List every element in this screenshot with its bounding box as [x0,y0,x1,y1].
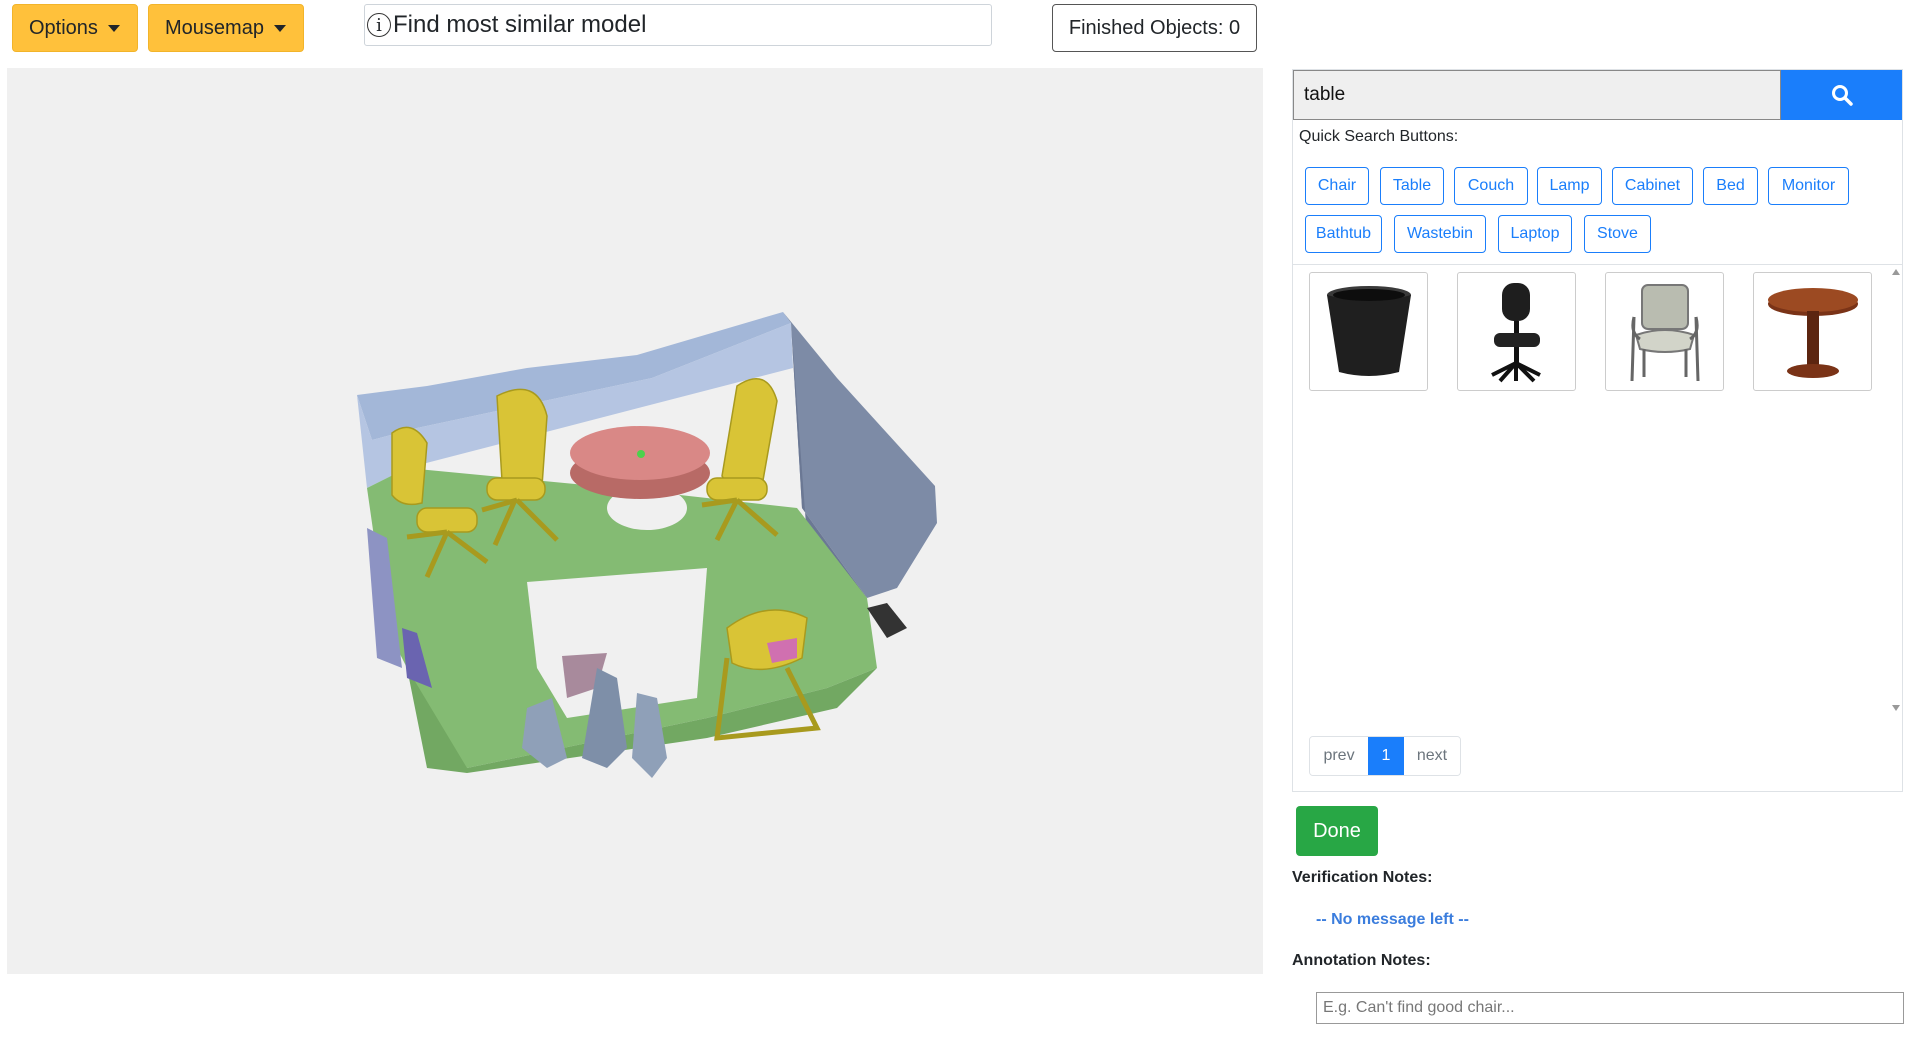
finished-objects-label: Finished Objects: 0 [1068,16,1241,39]
verification-message: -- No message left -- [1316,911,1469,928]
quick-search-label: Quick Search Buttons: [1299,128,1459,145]
annotation-notes-input[interactable] [1316,992,1904,1024]
results-scrollbar[interactable] [1890,265,1902,715]
next-page-button[interactable]: next [1404,737,1460,775]
wastebin-model-icon [1326,285,1411,376]
quick-search-bed[interactable]: Bed [1703,167,1758,205]
options-dropdown[interactable]: Options [12,4,138,52]
quick-search-lamp[interactable]: Lamp [1537,167,1602,205]
verification-notes-label: Verification Notes: [1292,869,1433,886]
result-card-office-chair[interactable] [1457,272,1576,391]
quick-search-bathtub[interactable]: Bathtub [1305,215,1382,253]
results-grid [1293,265,1902,715]
office-chair-model-icon [1490,282,1541,382]
quick-search-cabinet[interactable]: Cabinet [1612,167,1693,205]
page-1-button[interactable]: 1 [1368,737,1404,775]
model-search-panel: Quick Search Buttons: Chair Table Couch … [1292,69,1903,792]
search-input[interactable] [1293,70,1781,120]
room-scan-render [357,312,937,778]
search-icon [1831,85,1853,106]
quick-search-couch[interactable]: Couch [1454,167,1528,205]
prev-page-button[interactable]: prev [1310,737,1368,775]
instruction-text: Find most similar model [393,11,647,38]
quick-search-laptop[interactable]: Laptop [1498,215,1572,253]
done-button[interactable]: Done [1296,806,1378,856]
search-button[interactable] [1781,70,1902,120]
result-card-wastebin[interactable] [1309,272,1428,391]
result-card-armchair[interactable] [1605,272,1724,391]
chevron-down-icon [273,24,286,32]
armchair-model-icon [1630,283,1699,381]
chevron-down-icon [107,24,120,32]
annotation-notes-label: Annotation Notes: [1292,952,1431,969]
finished-objects-counter[interactable]: Finished Objects: 0 [1052,4,1257,52]
quick-search-stove[interactable]: Stove [1584,215,1651,253]
info-icon[interactable]: i [367,13,391,37]
mousemap-dropdown[interactable]: Mousemap [148,4,304,52]
search-bar [1293,70,1902,120]
quick-search-wastebin[interactable]: Wastebin [1394,215,1486,253]
round-table-model-icon [1767,287,1858,378]
quick-search-monitor[interactable]: Monitor [1768,167,1849,205]
pagination: prev 1 next [1309,736,1461,776]
quick-search-table[interactable]: Table [1380,167,1444,205]
options-label: Options [29,16,98,39]
instruction-banner: i Find most similar model [364,4,992,46]
scrollbar-arrows [1892,269,1900,711]
quick-search-chair[interactable]: Chair [1305,167,1369,205]
result-card-round-table[interactable] [1753,272,1872,391]
mousemap-label: Mousemap [165,16,264,39]
scene-viewer-canvas[interactable] [7,68,1263,974]
